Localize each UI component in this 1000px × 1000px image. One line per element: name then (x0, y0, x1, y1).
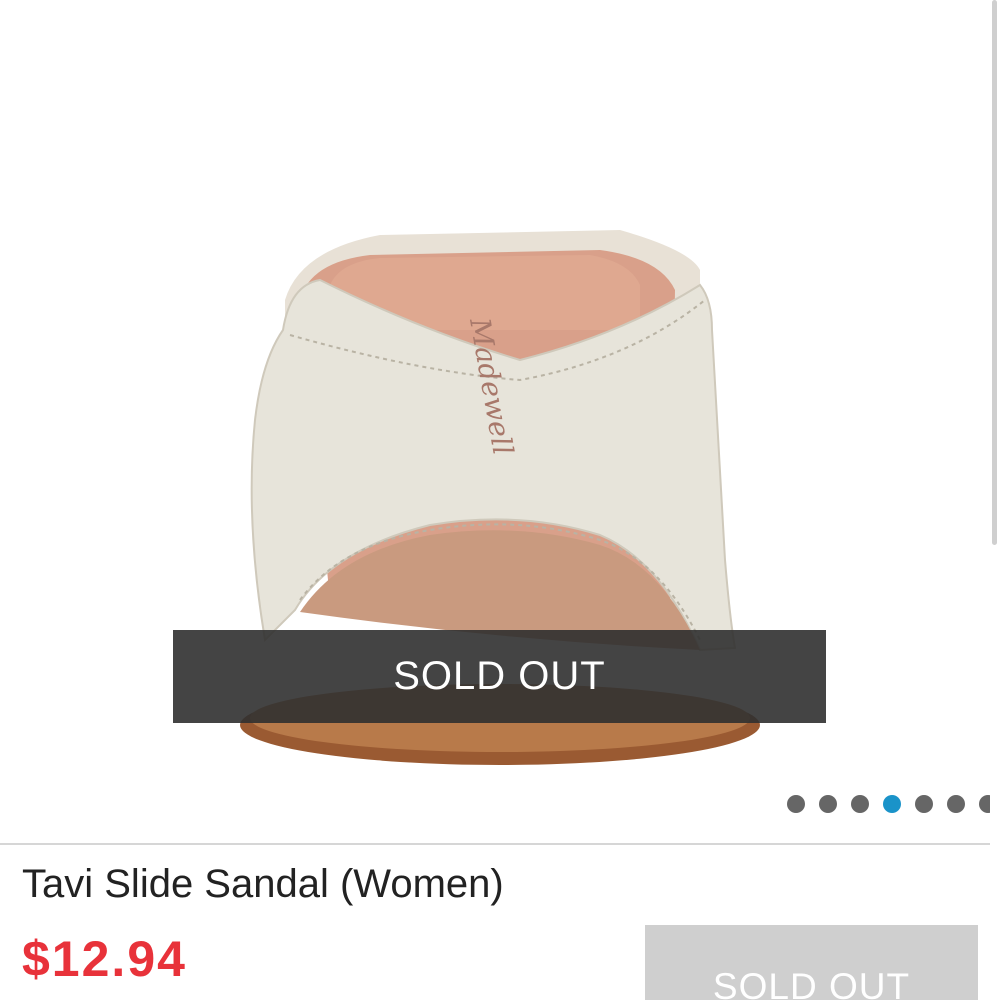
section-divider (0, 843, 1000, 845)
carousel-dot[interactable] (851, 795, 869, 813)
product-title: Tavi Slide Sandal (Women) (22, 862, 504, 906)
product-page: Madewell SOLD OUT Tavi Slide Sandal (Wom… (0, 0, 1000, 1000)
carousel-dot-active[interactable] (883, 795, 901, 813)
carousel-dot[interactable] (915, 795, 933, 813)
sold-out-banner-label: SOLD OUT (393, 654, 606, 698)
product-price: $12.94 (22, 931, 187, 987)
image-carousel-dots (787, 795, 997, 813)
scrollbar-thumb[interactable] (992, 0, 997, 545)
carousel-dot[interactable] (819, 795, 837, 813)
sold-out-banner: SOLD OUT (173, 630, 826, 723)
sold-out-button[interactable]: SOLD OUT (645, 925, 978, 1000)
carousel-dot[interactable] (947, 795, 965, 813)
carousel-dot[interactable] (787, 795, 805, 813)
scrollbar[interactable] (990, 0, 1000, 1000)
